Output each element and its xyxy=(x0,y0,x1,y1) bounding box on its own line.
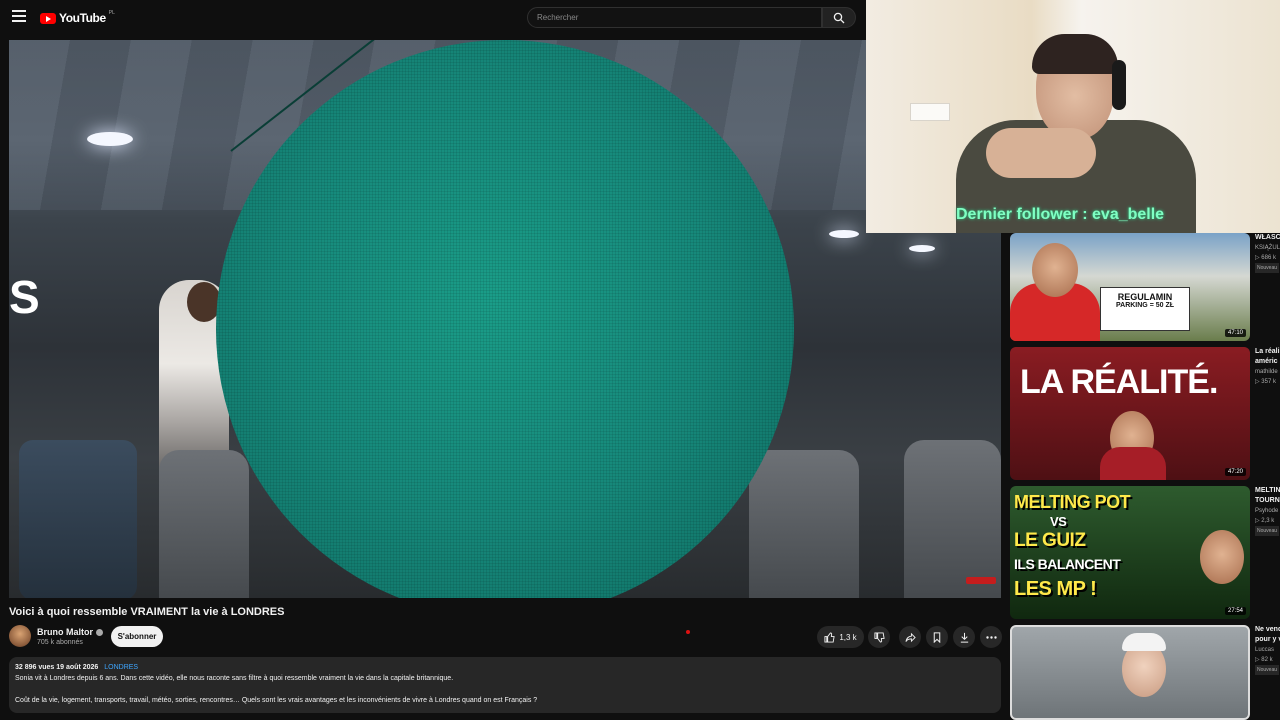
thumbs-up-icon xyxy=(824,631,835,643)
rec-title-line2: améric xyxy=(1255,358,1278,365)
thumb-sign-sub: PARKING = 50 ZŁ xyxy=(1115,302,1175,309)
thumb-face xyxy=(1032,243,1078,297)
recommendation-thumbnail[interactable] xyxy=(1010,625,1250,720)
video-teal-disc xyxy=(216,40,794,598)
thumb-title: LA RÉALITÉ. xyxy=(1020,363,1218,401)
save-button[interactable] xyxy=(926,626,948,648)
rec-title: MELTIN xyxy=(1255,487,1280,494)
thumb-line: VS xyxy=(1050,514,1067,529)
rec-channel: mathilde xyxy=(1255,369,1278,375)
recommendation-thumbnail[interactable]: REGULAMIN PARKING = 50 ZŁ 47:10 xyxy=(1010,233,1250,341)
bookmark-icon xyxy=(933,631,941,643)
thumb-line: MELTING POT xyxy=(1014,492,1131,512)
youtube-play-icon xyxy=(40,12,56,24)
duration-badge: 47:10 xyxy=(1224,329,1246,337)
rec-title-line2: pour y v xyxy=(1255,636,1280,643)
search-button[interactable] xyxy=(822,7,856,28)
video-title: Voici à quoi ressemble VRAIMENT la vie à… xyxy=(9,606,285,618)
description-line: Coût de la vie, logement, transports, tr… xyxy=(15,697,538,704)
video-lamp xyxy=(829,230,859,238)
video-lamp xyxy=(909,245,935,252)
cursor-icon xyxy=(686,630,690,634)
description-meta: 32 896 vues 19 août 2026 LONDRES xyxy=(15,662,995,673)
share-icon xyxy=(904,632,916,642)
rec-views: ▷ 686 k xyxy=(1255,255,1276,261)
description-line: Sonia vit à Londres depuis 6 ans. Dans c… xyxy=(15,675,454,682)
rec-channel: Psyhode xyxy=(1255,508,1279,514)
headset-icon xyxy=(1112,60,1126,110)
thumb-face xyxy=(1200,530,1244,584)
more-icon xyxy=(985,635,997,639)
thumb-line: LE GUIZ xyxy=(1014,530,1086,551)
upload-date: 19 août 2026 xyxy=(56,664,99,671)
thumbs-down-icon xyxy=(873,631,885,643)
rec-views: ▷ 357 k xyxy=(1255,379,1276,385)
search-input[interactable]: Rechercher xyxy=(527,7,822,28)
new-badge: Nouveau xyxy=(1255,526,1280,536)
new-badge: Nouveau xyxy=(1255,665,1280,675)
download-icon xyxy=(960,632,968,643)
subscriber-count: 705 k abonnés xyxy=(37,639,83,646)
rec-title: Ne vend xyxy=(1255,626,1280,633)
rec-views: ▷ 2,3 k xyxy=(1255,518,1275,524)
streamer-hands xyxy=(986,128,1096,178)
logo-text: YouTube xyxy=(59,11,106,25)
channel-avatar[interactable] xyxy=(9,625,31,647)
thumb-line: ILS BALANCENT xyxy=(1014,556,1121,572)
rec-title: WŁASC xyxy=(1255,234,1280,241)
duration-badge: 27:54 xyxy=(1224,607,1246,615)
thumb-person xyxy=(1100,447,1166,480)
streamer-hair xyxy=(1032,34,1118,74)
channel-name[interactable]: Bruno Maltor xyxy=(37,627,103,637)
like-count: 1,3 k xyxy=(839,632,857,642)
more-actions-button[interactable] xyxy=(980,626,1002,648)
recommendation-info[interactable]: MELTIN TOURN Psyhode ▷ 2,3 k Nouveau xyxy=(1255,486,1280,536)
video-bin xyxy=(19,440,137,598)
recommendation-info[interactable]: WŁASC KSIĄŻUL ▷ 686 k Nouveau xyxy=(1255,233,1280,273)
subscribe-button[interactable]: S'abonner xyxy=(111,626,163,647)
menu-icon[interactable] xyxy=(12,10,26,24)
hashtag-link[interactable]: LONDRES xyxy=(104,664,138,671)
duration-badge: 47:20 xyxy=(1224,468,1246,476)
rec-views: ▷ 82 k xyxy=(1255,657,1273,663)
description-box[interactable]: 32 896 vues 19 août 2026 LONDRES Sonia v… xyxy=(9,657,1001,713)
rec-title: La réali xyxy=(1255,348,1280,355)
thumb-sign: REGULAMIN PARKING = 50 ZŁ xyxy=(1100,287,1190,331)
rec-title-line2: TOURN xyxy=(1255,497,1280,504)
rec-channel: KSIĄŻUL xyxy=(1255,245,1280,251)
search-icon xyxy=(833,12,845,23)
wall-switch xyxy=(910,103,950,121)
new-badge: Nouveau xyxy=(1255,263,1280,273)
video-gate xyxy=(749,450,859,598)
video-watermark xyxy=(966,577,996,584)
rec-channel: Luccas xyxy=(1255,647,1275,653)
thumb-line: LES MP ! xyxy=(1014,578,1097,600)
share-button[interactable] xyxy=(899,626,921,648)
top-bar: YouTube PL Rechercher xyxy=(0,0,866,36)
channel-name-text[interactable]: Bruno Maltor xyxy=(37,627,93,637)
video-overlay-text: S xyxy=(9,271,40,323)
view-count: 32 896 vues xyxy=(15,664,55,671)
video-lamp xyxy=(87,132,133,146)
youtube-logo[interactable]: YouTube PL xyxy=(40,10,115,25)
like-button[interactable]: 1,3 k xyxy=(817,626,864,648)
dislike-button[interactable] xyxy=(868,626,890,648)
thumb-sign-title: REGULAMIN xyxy=(1117,292,1173,302)
video-player[interactable]: S xyxy=(9,40,1001,598)
recommendation-info[interactable]: La réali améric mathilde ▷ 357 k xyxy=(1255,347,1280,387)
recommendation-info[interactable]: Ne vend pour y v Luccas ▷ 82 k Nouveau xyxy=(1255,625,1280,675)
recommendation-thumbnail[interactable]: MELTING POT VS LE GUIZ ILS BALANCENT LES… xyxy=(1010,486,1250,619)
download-button[interactable] xyxy=(953,626,975,648)
webcam-overlay: Dernier follower : eva_belle xyxy=(866,0,1280,233)
thumb-hair xyxy=(1122,633,1166,651)
follower-alert: Dernier follower : eva_belle xyxy=(956,206,1165,223)
verified-icon xyxy=(96,629,103,637)
recommendation-thumbnail[interactable]: LA RÉALITÉ. 47:20 xyxy=(1010,347,1250,480)
video-gate xyxy=(159,450,249,598)
video-gate xyxy=(904,440,1001,598)
logo-country: PL xyxy=(108,10,115,16)
